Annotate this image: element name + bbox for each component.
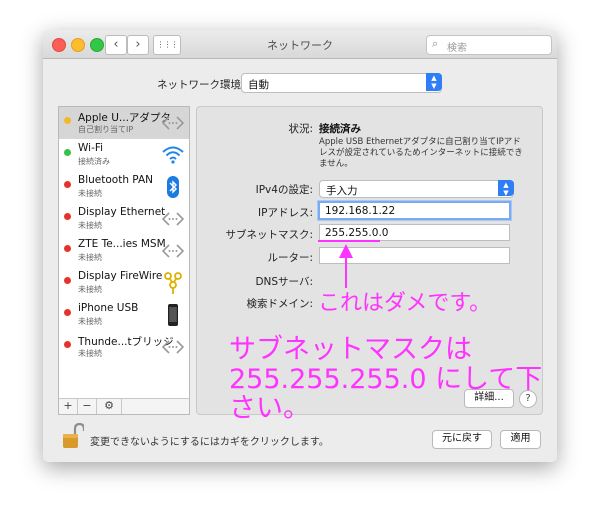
search-placeholder: 検索 — [447, 43, 467, 54]
service-name: Apple U...アダプタ — [78, 112, 171, 124]
subnet-mask-value: 255.255.0.0 — [325, 227, 389, 239]
apply-button[interactable]: 適用 — [500, 430, 541, 449]
wifi-icon — [162, 146, 184, 164]
service-status: 未接続 — [78, 253, 102, 262]
service-status: 未接続 — [78, 221, 102, 230]
status-dot — [64, 309, 71, 316]
revert-button[interactable]: 元に戻す — [432, 430, 492, 449]
status-dot — [64, 341, 71, 348]
service-status: 未接続 — [78, 317, 102, 326]
service-list: Apple U...アダプタ 自己割り当てIP Wi-Fi 接続済み Bluet… — [58, 106, 190, 415]
service-name: Thunde...tブリッジ — [78, 336, 174, 348]
ethernet-icon — [161, 212, 185, 226]
service-status: 未接続 — [78, 285, 102, 294]
annotation-line-4: さい。 — [229, 393, 310, 424]
service-item-bluetooth[interactable]: Bluetooth PAN 未接続 — [59, 171, 189, 203]
service-name: Display FireWire — [78, 270, 163, 282]
status-label: 状況: — [288, 123, 313, 135]
bluetooth-icon — [167, 176, 179, 198]
location-select[interactable]: 自動 ▲ ▼ — [241, 73, 442, 93]
service-item-wifi[interactable]: Wi-Fi 接続済み — [59, 139, 189, 171]
service-name: ZTE Te...ies MSM — [78, 238, 166, 250]
ip-address-value: 192.168.1.22 — [325, 205, 396, 217]
status-dot — [64, 245, 71, 252]
status-value: 接続済み — [319, 123, 361, 135]
service-item-thunderbolt-bridge[interactable]: Thunde...tブリッジ 未接続 — [59, 331, 189, 363]
status-dot — [64, 213, 71, 220]
ip-address-field[interactable]: 192.168.1.22 — [318, 201, 511, 220]
status-dot — [64, 117, 71, 124]
iphone-icon — [168, 304, 178, 326]
chevron-updown-icon: ▲ ▼ — [498, 180, 514, 197]
service-list-toolbar: + − ⚙ — [58, 398, 190, 415]
service-name: Bluetooth PAN — [78, 174, 154, 186]
service-item-apple-usb[interactable]: Apple U...アダプタ 自己割り当てIP — [59, 107, 189, 139]
ethernet-icon — [161, 340, 185, 354]
annotation-line-1: これはダメです。 — [318, 291, 492, 316]
dns-server-label: DNSサーバ: — [255, 276, 313, 288]
ip-address-label: IPアドレス: — [258, 207, 313, 219]
status-dot — [64, 181, 71, 188]
location-value: 自動 — [248, 79, 269, 91]
lock-icon[interactable] — [62, 423, 84, 449]
search-domain-label: 検索ドメイン: — [246, 298, 313, 310]
ethernet-icon — [161, 244, 185, 258]
service-name: Wi-Fi — [78, 142, 104, 154]
subnet-mask-label: サブネットマスク: — [225, 229, 313, 241]
add-service-button[interactable]: + — [59, 399, 78, 414]
subnet-mask-field[interactable]: 255.255.0.0 — [319, 224, 510, 241]
search-icon: ⌕ — [432, 37, 439, 50]
ipv4-value: 手入力 — [326, 185, 358, 197]
service-status: 接続済み — [78, 157, 110, 166]
service-name: iPhone USB — [78, 302, 139, 314]
gear-icon[interactable]: ⚙ — [97, 399, 122, 414]
service-status: 未接続 — [78, 349, 102, 358]
status-dot — [64, 277, 71, 284]
location-label: ネットワーク環境: — [157, 79, 245, 91]
router-label: ルーター: — [267, 252, 313, 264]
status-dot — [64, 149, 71, 156]
status-description: Apple USB Ethernetアダプタに自己割り当てIPアドレスが設定され… — [319, 137, 523, 169]
service-status: 未接続 — [78, 189, 102, 198]
firewire-icon — [164, 272, 182, 294]
search-input[interactable]: ⌕ 検索 — [426, 35, 552, 55]
ethernet-icon — [161, 116, 185, 130]
lock-message: 変更できないようにするにはカギをクリックします。 — [90, 437, 329, 448]
service-item-iphone-usb[interactable]: iPhone USB 未接続 — [59, 299, 189, 331]
router-field[interactable] — [319, 247, 510, 264]
service-item-zte[interactable]: ZTE Te...ies MSM 未接続 — [59, 235, 189, 267]
title-bar: ‹ › ⋮⋮⋮ ネットワーク ⌕ 検索 — [43, 30, 557, 59]
ipv4-configure-select[interactable]: 手入力 ▲ ▼ — [319, 180, 514, 198]
service-status: 自己割り当てIP — [78, 125, 134, 134]
remove-service-button[interactable]: − — [78, 399, 97, 414]
service-name: Display Ethernet — [78, 206, 166, 218]
service-item-display-firewire[interactable]: Display FireWire 未接続 — [59, 267, 189, 299]
chevron-updown-icon: ▲ ▼ — [426, 73, 442, 91]
service-item-display-ethernet[interactable]: Display Ethernet 未接続 — [59, 203, 189, 235]
ipv4-label: IPv4の設定: — [255, 184, 313, 196]
